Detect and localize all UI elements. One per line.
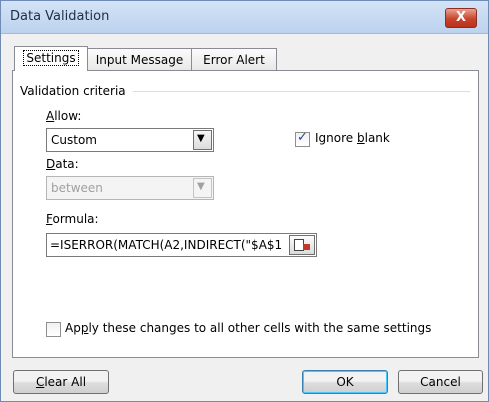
ignore-blank-label[interactable]: Ignore blank <box>315 131 390 145</box>
allow-select-value: Custom <box>51 133 97 147</box>
cancel-label: Cancel <box>420 375 461 389</box>
formula-input-value: =ISERROR(MATCH(A2,INDIRECT("$A$1 <box>50 238 283 252</box>
close-button[interactable]: X <box>445 8 477 28</box>
clear-all-button[interactable]: Clear All <box>13 370 109 394</box>
chevron-down-icon: ▼ <box>197 133 205 144</box>
ok-button[interactable]: OK <box>302 370 388 394</box>
tab-settings[interactable]: Settings <box>14 46 88 71</box>
range-select-button[interactable] <box>289 235 315 255</box>
apply-all-checkbox[interactable] <box>46 322 61 337</box>
title-bar: Data Validation X <box>1 1 488 34</box>
range-arrow-icon <box>303 244 310 250</box>
data-validation-dialog: Data Validation X Settings Input Message… <box>0 0 489 402</box>
apply-all-label[interactable]: Apply these changes to all other cells w… <box>65 321 431 335</box>
settings-panel: Validation criteria Allow: Custom ▼ Igno… <box>12 70 479 358</box>
data-select-value: between <box>51 181 103 195</box>
close-icon: X <box>455 10 467 25</box>
allow-label: Allow: <box>46 109 82 123</box>
tab-settings-label: Settings <box>23 50 79 66</box>
window-title: Data Validation <box>10 9 110 24</box>
group-separator <box>133 91 470 92</box>
data-dropdown-button[interactable]: ▼ <box>193 178 212 198</box>
tab-error-alert-label: Error Alert <box>203 53 265 67</box>
data-select[interactable]: between ▼ <box>46 176 214 200</box>
clear-all-label: lear All <box>44 375 87 389</box>
cancel-button[interactable]: Cancel <box>398 370 483 394</box>
tab-error-alert[interactable]: Error Alert <box>191 48 277 71</box>
chevron-down-icon: ▼ <box>197 181 205 192</box>
formula-input[interactable]: =ISERROR(MATCH(A2,INDIRECT("$A$1 <box>46 233 317 257</box>
data-label: Data: <box>46 157 79 171</box>
allow-select[interactable]: Custom ▼ <box>46 128 214 152</box>
validation-criteria-label: Validation criteria <box>20 84 126 98</box>
ignore-blank-checkbox[interactable] <box>295 130 310 147</box>
allow-dropdown-button[interactable]: ▼ <box>193 130 212 150</box>
tab-input-message[interactable]: Input Message <box>87 48 192 71</box>
formula-label: Formula: <box>46 212 99 226</box>
ok-label: OK <box>336 375 354 389</box>
tab-input-message-label: Input Message <box>95 53 184 67</box>
